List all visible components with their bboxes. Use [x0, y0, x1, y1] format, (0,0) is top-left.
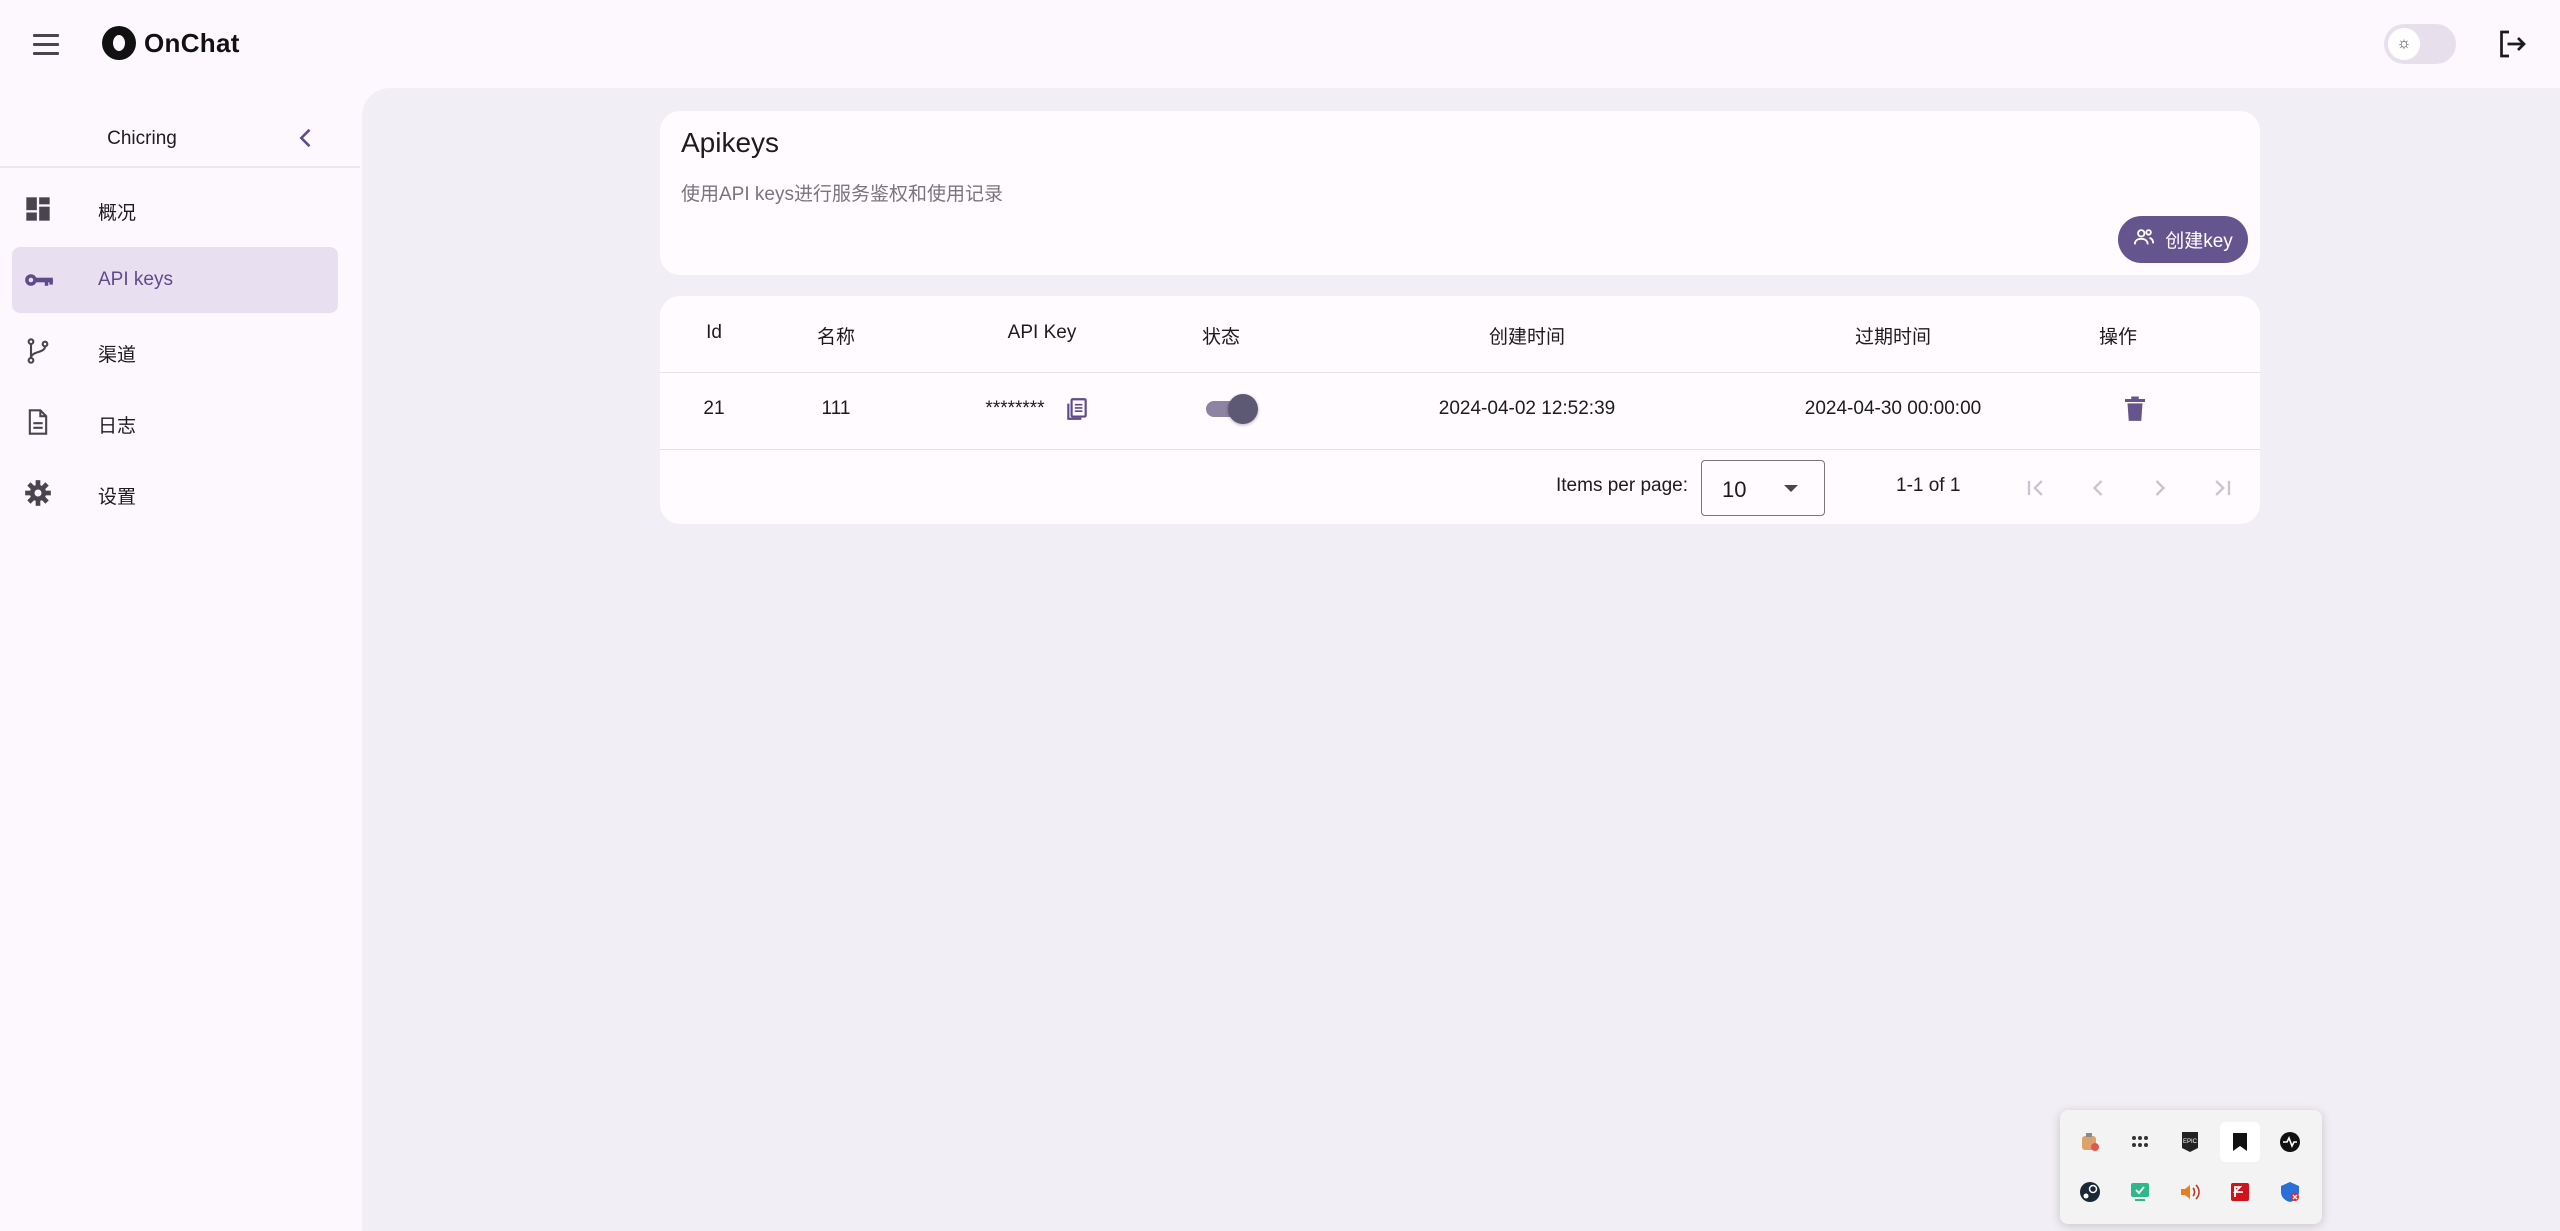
page-title: Apikeys [681, 127, 780, 158]
activity-icon[interactable] [2270, 1122, 2310, 1162]
sidebar-item-overview[interactable]: 概况 [12, 176, 338, 242]
key-icon [24, 266, 53, 294]
app-name: OnChat [144, 27, 240, 58]
chevron-left-icon[interactable] [292, 124, 320, 152]
column-header-name[interactable]: 名称 [817, 322, 855, 349]
speaker-icon[interactable] [2170, 1172, 2210, 1212]
gear-icon [24, 479, 52, 507]
sun-icon: ☼ [2388, 28, 2420, 60]
pdf-icon[interactable] [2220, 1172, 2260, 1212]
sidebar-item-label: 概况 [98, 203, 137, 224]
items-per-page-select[interactable]: 10 [1701, 460, 1825, 516]
app-tray-icon-1[interactable] [2070, 1122, 2110, 1162]
create-key-button[interactable]: 创建key [2118, 216, 2248, 263]
sidebar-item-channels[interactable]: 渠道 [12, 318, 338, 384]
delete-icon[interactable] [2120, 394, 2150, 424]
shield-icon[interactable] [2270, 1172, 2310, 1212]
apikeys-table: Id 名称 API Key 状态 创建时间 过期时间 操作 21 111 ***… [660, 296, 2260, 524]
dropdown-arrow-icon [1784, 485, 1798, 492]
column-header-id[interactable]: Id [706, 322, 722, 344]
column-header-api-key[interactable]: API Key [1008, 322, 1077, 344]
cell-name: 111 [821, 398, 851, 419]
header-divider [660, 372, 2260, 373]
column-header-expires[interactable]: 过期时间 [1855, 322, 1931, 349]
first-page-icon[interactable] [2022, 474, 2050, 502]
app-logo[interactable]: OnChat [102, 26, 240, 60]
cell-api-key: ******** [985, 398, 1045, 419]
sidebar-item-settings[interactable]: 设置 [12, 460, 338, 526]
pagination-range: 1-1 of 1 [1896, 475, 1961, 496]
row-divider [660, 449, 2260, 450]
cell-expires: 2024-04-30 00:00:00 [1804, 398, 1982, 419]
items-per-page-label: Items per page: [1556, 475, 1689, 496]
sidebar-item-api-keys[interactable]: API keys [12, 247, 338, 313]
dashboard-icon [24, 195, 52, 223]
sidebar-item-label: 设置 [98, 487, 137, 508]
items-per-page-value: 10 [1722, 477, 1747, 502]
theme-toggle[interactable]: ☼ [2384, 24, 2456, 64]
status-toggle[interactable] [1204, 394, 1258, 424]
sidebar-divider [0, 166, 360, 168]
create-key-label: 创建key [2165, 231, 2233, 252]
steam-icon[interactable] [2070, 1172, 2110, 1212]
system-tray-popup: EPIC [2060, 1110, 2322, 1224]
column-header-status[interactable]: 状态 [1202, 322, 1240, 349]
cell-id: 21 [703, 398, 725, 419]
dots-grid-icon[interactable] [2120, 1122, 2160, 1162]
display-icon[interactable] [2120, 1172, 2160, 1212]
epic-games-icon[interactable]: EPIC [2170, 1122, 2210, 1162]
next-page-icon[interactable] [2146, 474, 2174, 502]
last-page-icon[interactable] [2208, 474, 2236, 502]
page-subtitle: 使用API keys进行服务鉴权和使用记录 [681, 184, 1003, 205]
column-header-actions: 操作 [2098, 327, 2138, 348]
bookmark-icon[interactable] [2220, 1122, 2260, 1162]
fork-icon [24, 337, 52, 365]
sidebar-item-label: 渠道 [98, 345, 137, 366]
copy-icon[interactable] [1064, 396, 1090, 422]
sidebar: Chicring 概况 API keys 渠道 日志 设置 [0, 88, 360, 1231]
sidebar-user: Chicring [0, 112, 360, 164]
status-toggle-thumb [1228, 394, 1258, 424]
menu-icon[interactable] [28, 28, 64, 60]
users-icon [2133, 226, 2155, 254]
sidebar-item-logs[interactable]: 日志 [12, 389, 338, 455]
column-header-created[interactable]: 创建时间 [1489, 322, 1565, 349]
apikeys-header-card: Apikeys 使用API keys进行服务鉴权和使用记录 创建key [660, 111, 2260, 275]
top-bar: OnChat ☼ [0, 0, 2560, 88]
previous-page-icon[interactable] [2084, 474, 2112, 502]
document-icon [24, 408, 52, 436]
sidebar-item-label: API keys [98, 269, 173, 290]
svg-text:EPIC: EPIC [2183, 1139, 2198, 1145]
user-name: Chicring [107, 128, 177, 149]
cell-created: 2024-04-02 12:52:39 [1438, 398, 1616, 419]
sidebar-item-label: 日志 [98, 416, 137, 437]
logo-icon [102, 26, 136, 60]
logout-icon[interactable] [2494, 26, 2530, 62]
